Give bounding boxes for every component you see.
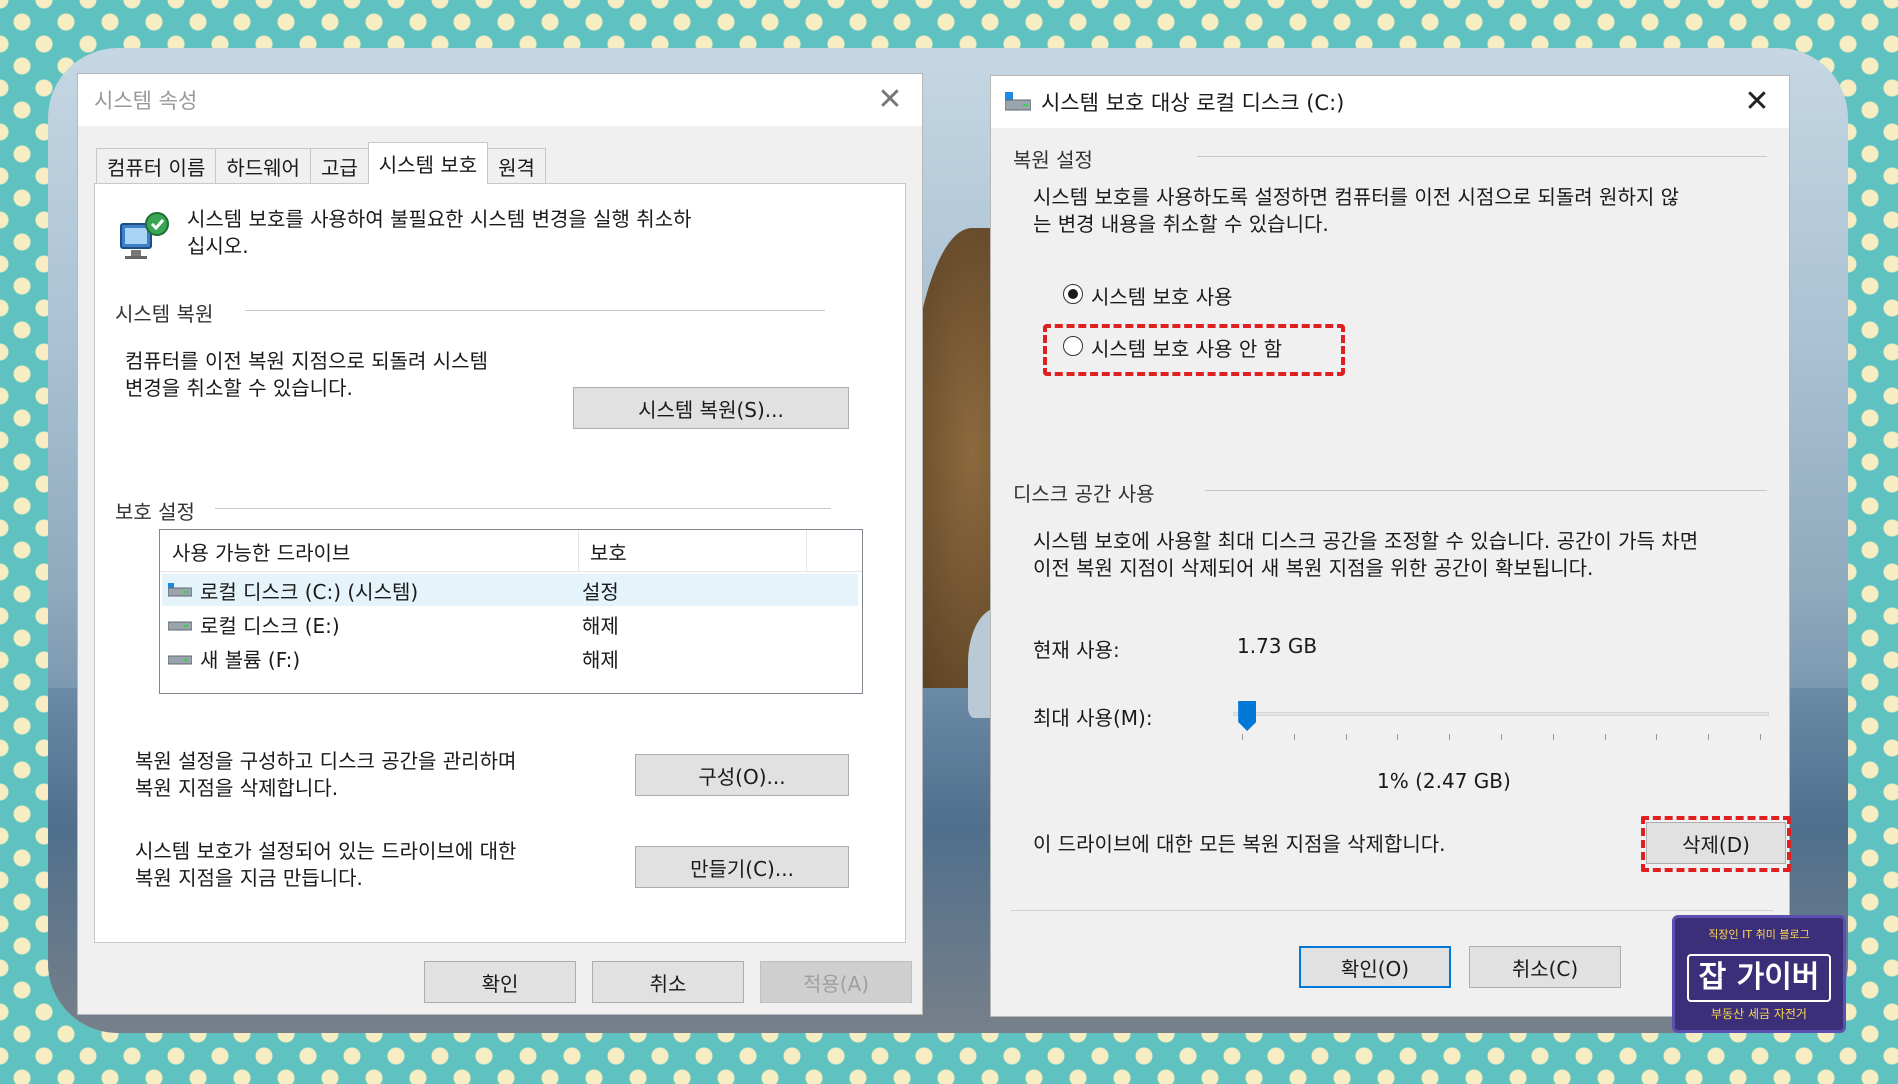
tab-advanced[interactable]: 고급 (309, 148, 369, 184)
protection-group-label: 보호 설정 (115, 500, 195, 524)
slider-tick (1293, 734, 1295, 740)
drive-icon (168, 621, 192, 631)
slider-tick (1501, 734, 1502, 740)
blog-badge: 직장인 IT 취미 블로그 잡 가이버 부동산 세금 자전거 (1672, 915, 1846, 1033)
slider-tick (1242, 734, 1243, 740)
tab-hardware[interactable]: 하드웨어 (215, 148, 311, 184)
enable-protection-label: 시스템 보호 사용 (1091, 285, 1233, 309)
title-bar: 시스템 속성 ✕ (78, 74, 922, 126)
cancel-button[interactable]: 취소(C) (1469, 946, 1621, 988)
disk-usage-label: 디스크 공간 사용 (1013, 482, 1155, 506)
max-usage-label: 최대 사용(M): (1033, 706, 1153, 730)
current-usage-value: 1.73 GB (1237, 634, 1318, 658)
protection-group-divider (215, 508, 831, 509)
ok-button[interactable]: 확인(O) (1299, 946, 1451, 988)
badge-bottom-text: 부동산 세금 자전거 (1711, 1007, 1807, 1021)
footer-divider (1011, 910, 1773, 911)
badge-top-text: 직장인 IT 취미 블로그 (1708, 928, 1810, 941)
restore-description: 컴퓨터를 이전 복원 지점으로 되돌려 시스템 변경을 취소할 수 있습니다. (125, 349, 488, 400)
drive-icon (168, 655, 192, 665)
radio-enable-protection[interactable] (1063, 284, 1083, 304)
tab-strip: 컴퓨터 이름 하드웨어 고급 시스템 보호 원격 (96, 142, 546, 184)
max-usage-slider-thumb[interactable] (1238, 701, 1257, 731)
restore-settings-divider (1197, 156, 1767, 157)
computer-shield-icon (119, 210, 171, 262)
configure-button[interactable]: 구성(O)... (635, 754, 849, 796)
system-drive-icon (1005, 92, 1031, 111)
system-protection-dialog: 시스템 보호 대상 로컬 디스크 (C:) ✕ 복원 설정 시스템 보호를 사용… (990, 75, 1791, 1017)
apply-button[interactable]: 적용(A) (760, 961, 912, 1003)
drive-list[interactable]: 사용 가능한 드라이브 보호 로컬 디스크 (C:) (시스템) 설정 로컬 디… (159, 529, 863, 694)
disk-usage-description: 시스템 보호에 사용할 최대 디스크 공간을 조정할 수 있습니다. 공간이 가… (1033, 529, 1699, 580)
tab-computer-name[interactable]: 컴퓨터 이름 (96, 148, 217, 184)
drive-list-header: 사용 가능한 드라이브 보호 (160, 530, 862, 572)
disk-usage-divider (1205, 490, 1767, 491)
tab-system-protection[interactable]: 시스템 보호 (367, 142, 489, 184)
slider-tick (1760, 734, 1761, 740)
slider-tick (1397, 734, 1399, 740)
slider-tick (1449, 734, 1451, 740)
restore-group-divider (245, 310, 825, 311)
cancel-button[interactable]: 취소 (592, 961, 744, 1003)
tab-remote[interactable]: 원격 (487, 148, 546, 184)
system-drive-icon (168, 583, 192, 597)
title-bar: 시스템 보호 대상 로컬 디스크 (C:) ✕ (991, 76, 1789, 128)
system-properties-window: 시스템 속성 ✕ 컴퓨터 이름 하드웨어 고급 시스템 보호 원격 시스템 보호… (77, 73, 923, 1015)
intro-text: 시스템 보호를 사용하여 불필요한 시스템 변경을 실행 취소하 십시오. (187, 207, 692, 258)
create-description: 시스템 보호가 설정되어 있는 드라이브에 대한 복원 지점을 지금 만듭니다. (135, 839, 517, 890)
restore-group-label: 시스템 복원 (115, 302, 214, 326)
configure-description: 복원 설정을 구성하고 디스크 공간을 관리하며 복원 지점을 삭제합니다. (135, 749, 517, 800)
dialog-title: 시스템 보호 대상 로컬 디스크 (C:) (1041, 91, 1345, 115)
column-protection[interactable]: 보호 (578, 530, 864, 572)
column-available-drives[interactable]: 사용 가능한 드라이브 (160, 530, 580, 572)
column-separator (806, 530, 807, 572)
highlight-disable-option (1043, 324, 1345, 376)
slider-tick (1552, 734, 1554, 740)
slider-tick (1604, 734, 1606, 740)
close-icon[interactable]: ✕ (1739, 84, 1775, 120)
create-button[interactable]: 만들기(C)... (635, 846, 849, 888)
slider-tick (1708, 734, 1710, 740)
restore-settings-label: 복원 설정 (1013, 148, 1093, 172)
drive-row-e[interactable]: 로컬 디스크 (E:) 해제 (162, 608, 858, 640)
window-title: 시스템 속성 (94, 89, 198, 113)
drive-row-f[interactable]: 새 볼륨 (F:) 해제 (162, 642, 858, 674)
highlight-delete-button (1641, 816, 1791, 872)
max-usage-slider-track[interactable] (1233, 712, 1769, 716)
system-protection-panel: 시스템 보호를 사용하여 불필요한 시스템 변경을 실행 취소하 십시오. 시스… (94, 183, 906, 943)
system-restore-button[interactable]: 시스템 복원(S)... (573, 387, 849, 429)
slider-tick (1345, 734, 1347, 740)
slider-tick (1656, 734, 1658, 740)
current-usage-label: 현재 사용: (1033, 638, 1120, 662)
close-icon[interactable]: ✕ (872, 82, 908, 118)
restore-settings-description: 시스템 보호를 사용하도록 설정하면 컴퓨터를 이전 시점으로 되돌려 원하지 … (1033, 185, 1680, 236)
badge-main-text: 잡 가이버 (1687, 954, 1831, 1002)
drive-row-c[interactable]: 로컬 디스크 (C:) (시스템) 설정 (162, 574, 858, 606)
max-usage-value: 1% (2.47 GB) (1377, 769, 1511, 793)
ok-button[interactable]: 확인 (424, 961, 576, 1003)
delete-description: 이 드라이브에 대한 모든 복원 지점을 삭제합니다. (1033, 832, 1446, 856)
